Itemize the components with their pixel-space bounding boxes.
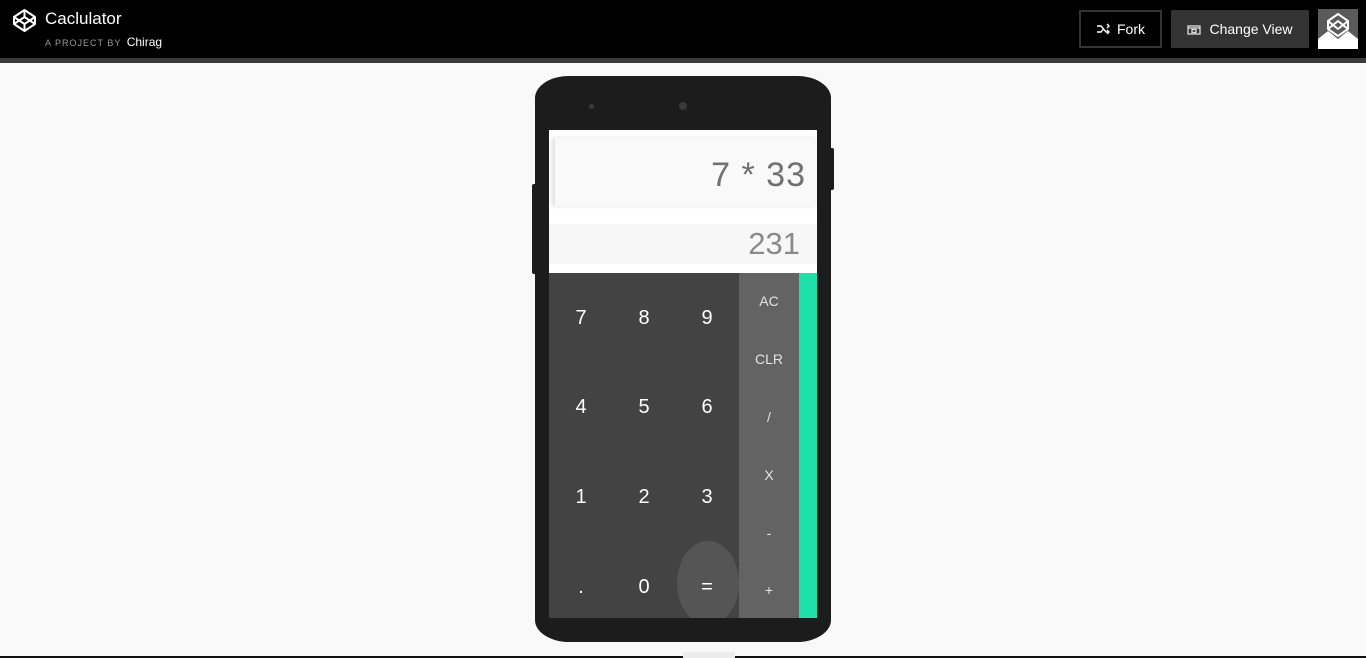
key-1[interactable]: 1 (549, 467, 613, 527)
accent-panel[interactable] (799, 273, 817, 618)
change-view-icon (1187, 24, 1202, 35)
key-8[interactable]: 8 (612, 288, 676, 348)
key-subtract[interactable]: - (739, 513, 799, 553)
operator-panel: AC CLR / X - + (739, 273, 799, 618)
key-2[interactable]: 2 (612, 467, 676, 527)
avatar[interactable] (1318, 9, 1358, 49)
key-add[interactable]: + (739, 570, 799, 610)
calculator-screen: 7 * 33 231 7 8 9 4 5 6 1 2 3 . 0 = AC CL… (549, 130, 817, 618)
top-bar: Caclulator A PROJECT BY Chirag Fork Chan… (0, 0, 1366, 58)
codepen-logo-icon[interactable] (12, 8, 37, 33)
key-9[interactable]: 9 (675, 288, 739, 348)
change-view-button[interactable]: Change View (1171, 10, 1309, 48)
phone-sensor (589, 104, 594, 109)
key-5[interactable]: 5 (612, 377, 676, 437)
page-title: Caclulator (45, 9, 122, 28)
key-all-clear[interactable]: AC (739, 281, 799, 321)
result-display: 231 (549, 224, 817, 264)
top-bar-border (0, 58, 1366, 63)
byline-prefix: A PROJECT BY (45, 38, 122, 48)
user-avatar-icon (1318, 9, 1358, 49)
key-7[interactable]: 7 (549, 288, 613, 348)
byline: A PROJECT BY Chirag (45, 35, 162, 49)
key-3[interactable]: 3 (675, 467, 739, 527)
author-link[interactable]: Chirag (127, 35, 162, 49)
phone-camera (679, 102, 687, 110)
expression-display: 7 * 33 (555, 138, 817, 206)
number-keypad: 7 8 9 4 5 6 1 2 3 . 0 = (549, 273, 739, 618)
bottom-tab (683, 652, 735, 658)
key-6[interactable]: 6 (675, 377, 739, 437)
key-0[interactable]: 0 (612, 557, 676, 617)
key-4[interactable]: 4 (549, 377, 613, 437)
fork-label: Fork (1117, 21, 1145, 37)
expression-text: 7 * 33 (711, 156, 806, 194)
fork-icon (1097, 23, 1110, 35)
key-decimal[interactable]: . (549, 557, 613, 617)
key-equals[interactable]: = (675, 557, 739, 617)
key-divide[interactable]: / (739, 397, 799, 437)
change-view-label: Change View (1209, 21, 1293, 37)
result-text: 231 (748, 226, 800, 261)
fork-button[interactable]: Fork (1079, 10, 1162, 48)
key-multiply[interactable]: X (739, 455, 799, 495)
key-clear[interactable]: CLR (739, 339, 799, 379)
